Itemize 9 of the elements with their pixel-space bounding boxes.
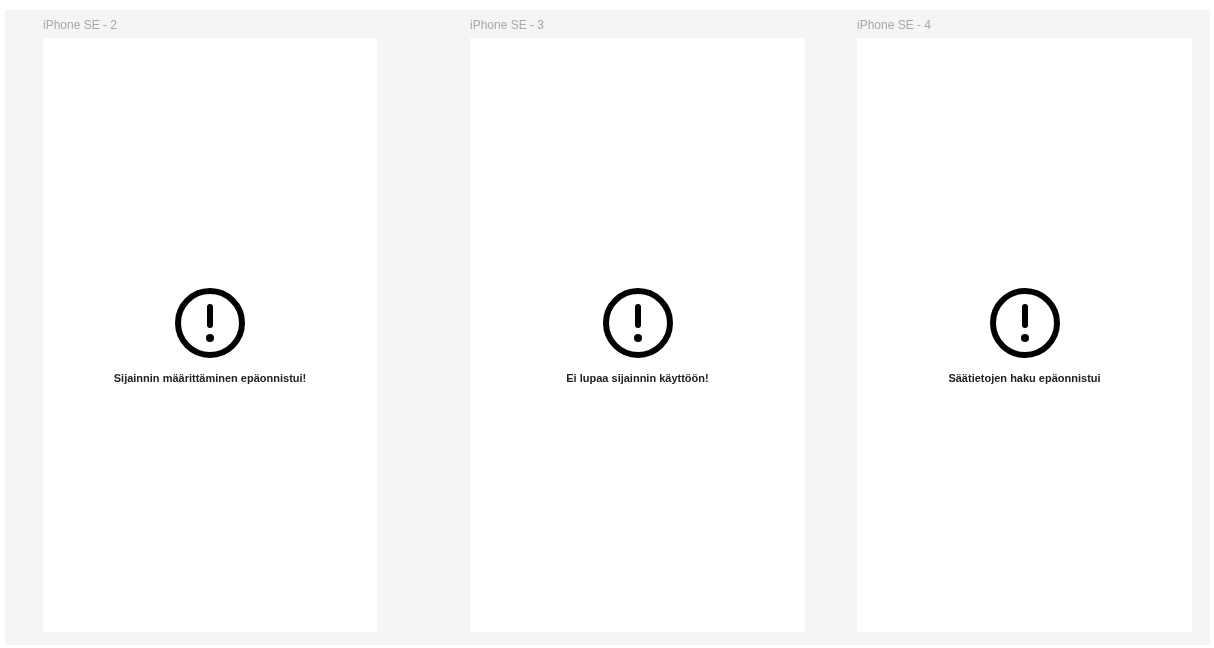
error-message: Ei lupaa sijainnin käyttöön! xyxy=(566,372,709,384)
frame-label: iPhone SE - 4 xyxy=(857,17,933,34)
frame-label: iPhone SE - 2 xyxy=(43,17,119,34)
warning-icon xyxy=(174,287,246,359)
error-message: Sijainnin määrittäminen epäonnistui! xyxy=(113,372,307,384)
frame-label: iPhone SE - 3 xyxy=(470,17,546,34)
warning-icon xyxy=(988,287,1061,359)
warning-icon xyxy=(601,287,674,359)
error-message: Säätietojen haku epäonnistui xyxy=(948,372,1101,384)
